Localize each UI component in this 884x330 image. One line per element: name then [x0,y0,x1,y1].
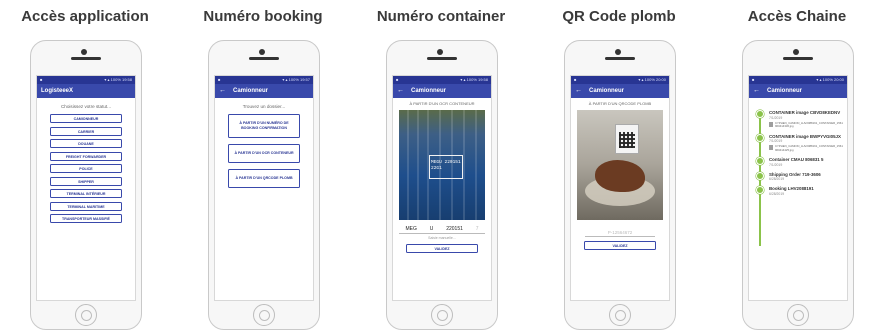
arrow-left-icon[interactable]: ← [753,84,760,98]
camera [437,49,443,55]
phone-frame: ■ ▾ ▴ 100% 20:00 ← Camionneur CONTAINER i… [742,40,854,330]
home-button[interactable] [75,304,97,326]
phone-screen: ■ ▾ ▴ 100% 19:57 ← Camionneur Trouvez un … [214,75,314,301]
timeline-dot [756,133,764,142]
app-bar: ← Camionneur [571,84,669,98]
column-numero-booking: Numéro booking ■ ▾ ▴ 100% 19:57 ← Camionn… [188,0,338,330]
search-prompt: Trouvez un dossier... [242,104,286,109]
validate-button[interactable]: VALIDEZ [406,244,478,253]
app-title: Camionneur [233,88,269,94]
arrow-left-icon[interactable]: ← [397,84,404,98]
ocr-fields: MEG U 220151 7 [399,226,485,234]
role-button-shipper[interactable]: SHIPPER [50,176,122,186]
speaker [71,57,101,60]
qrcode-seal-button[interactable]: À PARTIR D'UN QRCODE PLOMB [228,169,300,188]
phone-frame: ■ ▾ ▴ 100% 19:58 LogisteeeX Choisissez vo… [30,40,142,330]
screen-subtitle: À PARTIR D'UN OCR CONTENEUR [409,101,475,106]
role-button-freight-forwarder[interactable]: FREIGHT FORWARDER [50,151,122,161]
status-bar: ■ ▾ ▴ 100% 20:00 [571,76,669,84]
home-button[interactable] [431,304,453,326]
role-button-transporteur-massifie[interactable]: TRANSPORTEUR MASSIFIÉ [50,214,122,223]
timeline-dot [756,157,764,165]
role-button-camionneur[interactable]: CAMIONNEUR [50,114,122,123]
column-numero-container: Numéro container ■ ▾ ▴ 100% 19:58 ← Camio… [366,0,516,330]
app-bar: LogisteeeX [37,84,135,98]
home-button[interactable] [253,304,275,326]
phone-frame: ■ ▾ ▴ 100% 20:00 ← Camionneur À PARTIR D'… [564,40,676,330]
ocr-container-button[interactable]: À PARTIR D'UN OCR CONTENEUR [228,144,300,163]
role-button-carrier[interactable]: CARRIER [50,126,122,136]
camera [259,49,265,55]
speaker [605,57,635,60]
booking-number-button[interactable]: À PARTIR D'UN NUMÉRO DE BOOKING CONFIRMA… [228,114,300,138]
column-title: Accès Chaine [747,8,847,25]
timeline-dot [756,186,764,194]
seal-number-field[interactable]: P-12564672 [585,230,655,237]
column-title: Accès application [21,8,149,25]
column-acces-chaine: Accès Chaine ■ ▾ ▴ 100% 20:00 ← Camionneu… [722,0,872,330]
arrow-left-icon[interactable]: ← [219,84,226,98]
check-digit-field[interactable]: 7 [476,226,479,233]
file-icon [769,145,773,150]
status-bar: ■ ▾ ▴ 100% 19:57 [215,76,313,84]
column-title: Numéro container [376,8,506,25]
role-button-douane[interactable]: DOUANE [50,139,122,148]
seal-photo [577,110,663,220]
attachment[interactable]: CYPHEN_CAMION_LHV2088191_CONTAINER_15619… [769,121,843,129]
camera [793,49,799,55]
container-photo: MEGU 220151 22G1 [399,110,485,220]
category-field[interactable]: U [430,226,434,233]
timeline-dot [756,110,764,118]
role-button-terminal-interieur[interactable]: TERMINAL INTÉRIEUR [50,189,122,198]
app-title: Camionneur [589,88,625,94]
timeline-item[interactable]: Booking LHV2088191 6/28/2019 [755,186,843,196]
screen-subtitle: À PARTIR D'UN QRCODE PLOMB [588,101,652,106]
phone-screen: ■ ▾ ▴ 100% 20:00 ← Camionneur CONTAINER i… [748,75,848,301]
speaker [249,57,279,60]
status-bar: ■ ▾ ▴ 100% 19:58 [393,76,491,84]
column-qr-code-plomb: QR Code plomb ■ ▾ ▴ 100% 20:00 ← Camionne… [544,0,694,330]
status-prompt: Choisissez votre statut... [60,104,112,109]
column-acces-application: Accès application ■ ▾ ▴ 100% 19:58 Logist… [10,0,160,330]
status-bar: ■ ▾ ▴ 100% 20:00 [749,76,847,84]
qr-code-icon [619,132,635,148]
role-button-terminal-maritime[interactable]: TERMINAL MARITIME [50,201,122,211]
timeline-item[interactable]: CONTAINER image CBVD8KEDNV 7/1/2019 CYPH… [755,110,843,129]
app-bar: ← Camionneur [393,84,491,98]
app-title: LogisteeeX [41,88,74,94]
timeline-dot [756,171,764,180]
camera [615,49,621,55]
role-button-police[interactable]: POLICE [50,164,122,173]
app-title: Camionneur [411,88,447,94]
phone-screen: ■ ▾ ▴ 100% 20:00 ← Camionneur À PARTIR D'… [570,75,670,301]
home-button[interactable] [609,304,631,326]
attachment[interactable]: CYPHEN_CAMION_LHV2088191_CONTAINER_15619… [769,144,843,152]
status-bar: ■ ▾ ▴ 100% 19:58 [37,76,135,84]
timeline-item[interactable]: Container CMAU 806831 5 7/1/2019 [755,157,843,167]
home-button[interactable] [787,304,809,326]
column-title: QR Code plomb [562,8,676,25]
phone-frame: ■ ▾ ▴ 100% 19:58 ← Camionneur À PARTIR D'… [386,40,498,330]
timeline-item[interactable]: Shipping Order 719-3606 6/28/2019 [755,171,843,181]
app-bar: ← Camionneur [215,84,313,98]
owner-code-field[interactable]: MEG [405,226,416,233]
manual-entry-hint: Saisie manuelle... [428,236,456,240]
file-icon [769,121,773,127]
column-title: Numéro booking [203,8,323,25]
app-bar: ← Camionneur [749,84,847,98]
phone-screen: ■ ▾ ▴ 100% 19:58 LogisteeeX Choisissez vo… [36,75,136,301]
speaker [783,57,813,60]
validate-button[interactable]: VALIDEZ [584,241,656,250]
serial-number-field[interactable]: 220151 [446,226,463,233]
chain-timeline: CONTAINER image CBVD8KEDNV 7/1/2019 CYPH… [755,110,843,246]
timeline-item[interactable]: CONTAINER image BWPYVGI05JX 7/1/2019 CYP… [755,133,843,153]
phone-screen: ■ ▾ ▴ 100% 19:58 ← Camionneur À PARTIR D'… [392,75,492,301]
phone-frame: ■ ▾ ▴ 100% 19:57 ← Camionneur Trouvez un … [208,40,320,330]
ocr-overlay-text: MEGU 220151 22G1 [431,160,461,171]
arrow-left-icon[interactable]: ← [575,84,582,98]
app-title: Camionneur [767,88,803,94]
camera [81,49,87,55]
speaker [427,57,457,60]
